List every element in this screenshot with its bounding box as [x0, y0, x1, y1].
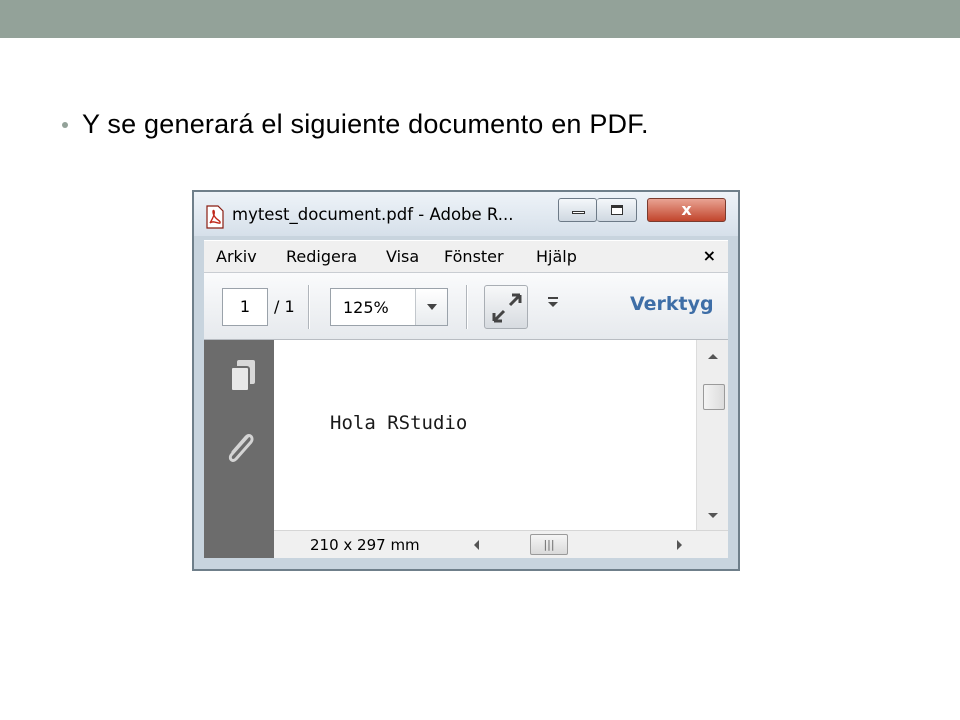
- chevron-down-icon[interactable]: [415, 289, 447, 325]
- toolbar-separator: [308, 285, 310, 329]
- maximize-button[interactable]: [597, 198, 637, 222]
- pdf-file-icon: [206, 205, 224, 229]
- scroll-up-icon[interactable]: [708, 354, 718, 359]
- vertical-scrollbar[interactable]: [696, 340, 728, 530]
- fit-page-icon: [492, 293, 522, 323]
- document-text: Hola RStudio: [330, 412, 468, 434]
- menu-hjalp[interactable]: Hjälp: [536, 247, 577, 266]
- minimize-icon: [572, 211, 585, 214]
- close-icon: x: [681, 200, 692, 219]
- status-bar: 210 x 297 mm |||: [274, 530, 728, 558]
- page-total: / 1: [274, 297, 295, 316]
- more-tools-icon[interactable]: [546, 295, 560, 309]
- menu-fonster[interactable]: Fönster: [444, 247, 504, 266]
- zoom-select[interactable]: 125%: [330, 288, 448, 326]
- menu-redigera[interactable]: Redigera: [286, 247, 357, 266]
- bullet-text: Y se generará el siguiente documento en …: [82, 108, 649, 139]
- title-bar: mytest_document.pdf - Adobe R... x: [194, 192, 738, 236]
- navigation-panel: [204, 340, 274, 558]
- zoom-value: 125%: [343, 298, 389, 317]
- horizontal-scroll-thumb[interactable]: |||: [530, 534, 568, 555]
- minimize-button[interactable]: [558, 198, 597, 222]
- menu-arkiv[interactable]: Arkiv: [216, 247, 257, 266]
- pdf-reader-window: mytest_document.pdf - Adobe R... x Arkiv…: [192, 190, 740, 571]
- page-dimensions: 210 x 297 mm: [310, 536, 420, 554]
- scroll-right-icon[interactable]: [677, 540, 682, 550]
- toolbar: 1 / 1 125% Verktyg: [204, 272, 728, 340]
- menu-close-icon[interactable]: ×: [703, 246, 716, 265]
- document-page: Hola RStudio: [274, 340, 696, 530]
- toolbar-separator: [466, 285, 468, 329]
- bullet-dot-icon: [62, 122, 68, 128]
- slide-bullet: Y se generará el siguiente documento en …: [62, 104, 649, 144]
- maximize-icon: [611, 205, 623, 215]
- tools-link[interactable]: Verktyg: [630, 293, 714, 315]
- pages-icon[interactable]: [228, 358, 258, 394]
- slide-top-bar: [0, 0, 960, 38]
- scroll-left-icon[interactable]: [474, 540, 479, 550]
- vertical-scroll-thumb[interactable]: [703, 384, 725, 410]
- close-button[interactable]: x: [647, 198, 726, 222]
- menu-visa[interactable]: Visa: [386, 247, 419, 266]
- attachment-icon[interactable]: [222, 428, 258, 466]
- page-number-input[interactable]: 1: [222, 288, 268, 326]
- window-title: mytest_document.pdf - Adobe R...: [232, 205, 514, 224]
- scroll-down-icon[interactable]: [708, 513, 718, 518]
- fit-page-button[interactable]: [484, 285, 528, 329]
- menu-bar: Arkiv Redigera Visa Fönster Hjälp ×: [204, 240, 728, 272]
